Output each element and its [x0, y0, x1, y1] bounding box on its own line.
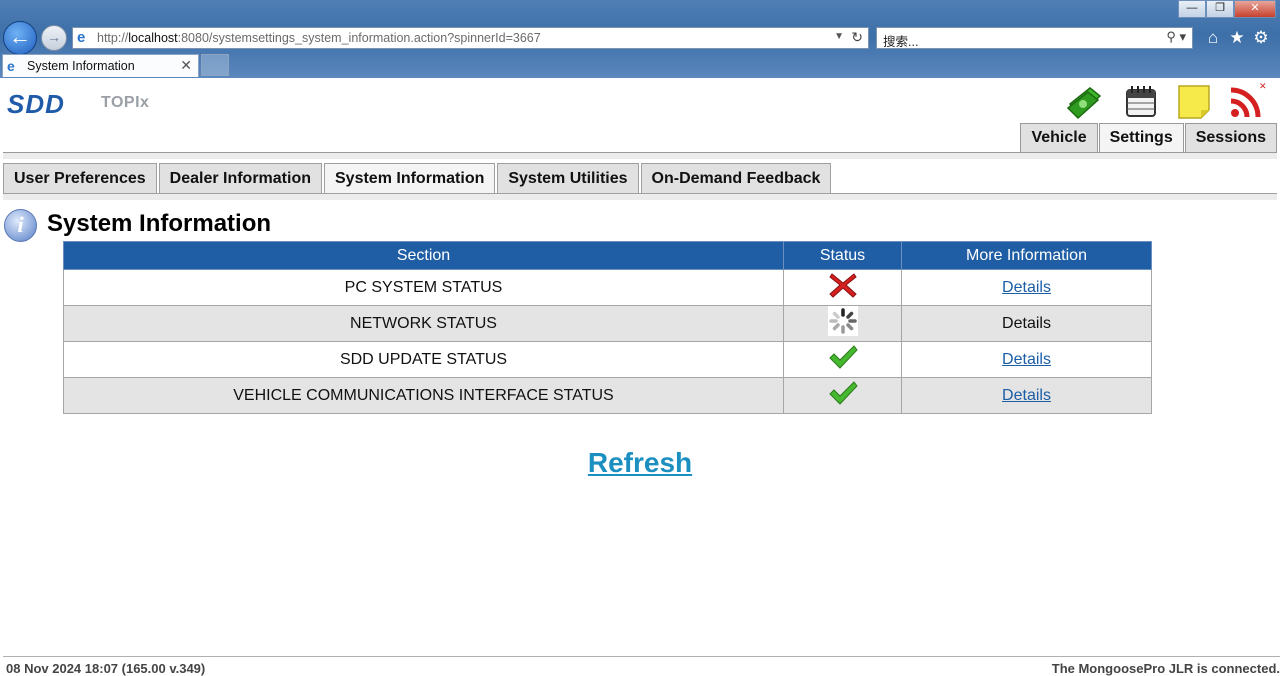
restore-button[interactable]: ❐ [1206, 0, 1234, 18]
address-dropdown-icon[interactable]: ▼ [834, 31, 844, 42]
browser-chrome: — ❐ ✕ ← → e http://localhost:8080/system… [0, 0, 1280, 78]
checkmark-icon [828, 345, 858, 369]
section-cell: VEHICLE COMMUNICATIONS INTERFACE STATUS [63, 377, 784, 414]
browser-toolbar-icons: ⌂ ★ ⚙ [1205, 28, 1269, 48]
arrow-left-icon: ← [9, 24, 31, 49]
subtab-user-preferences[interactable]: User Preferences [3, 163, 157, 194]
search-placeholder: 搜索... [883, 35, 919, 49]
home-icon[interactable]: ⌂ [1205, 28, 1221, 48]
dealer-money-icon[interactable] [1066, 82, 1104, 120]
svg-text:✕: ✕ [1259, 82, 1266, 92]
details-link[interactable]: Details [1002, 387, 1051, 404]
sub-tab-divider [3, 193, 1277, 200]
footer-connection-status: The MongoosePro JLR is connected. [1051, 661, 1280, 676]
back-button[interactable]: ← [3, 21, 37, 55]
table-row: SDD UPDATE STATUS Details [63, 341, 1152, 378]
favorites-star-icon[interactable]: ★ [1229, 28, 1245, 48]
subtab-on-demand-feedback[interactable]: On-Demand Feedback [640, 163, 832, 194]
subtab-system-information[interactable]: System Information [324, 163, 496, 194]
refresh-page-icon[interactable]: ↻ [851, 29, 863, 46]
table-row: PC SYSTEM STATUS Details [63, 269, 1152, 306]
table-row: VEHICLE COMMUNICATIONS INTERFACE STATUS … [63, 377, 1152, 414]
address-bar[interactable]: e http://localhost:8080/systemsettings_s… [72, 27, 869, 49]
arrow-right-icon: → [47, 29, 61, 45]
checkmark-icon [828, 381, 858, 405]
info-icon: i [4, 209, 37, 242]
product-name: TOPIx [101, 94, 150, 111]
more-info-cell: Details [901, 269, 1152, 306]
tab-settings[interactable]: Settings [1098, 123, 1184, 153]
window-controls: — ❐ ✕ [1178, 0, 1276, 18]
refresh-link[interactable]: Refresh [588, 447, 692, 478]
status-cell [783, 377, 902, 414]
system-status-table: Section Status More Information PC SYSTE… [63, 241, 1152, 414]
minimize-button[interactable]: — [1178, 0, 1206, 18]
subtab-dealer-information[interactable]: Dealer Information [158, 163, 322, 194]
note-icon[interactable] [1175, 82, 1213, 120]
settings-sub-tabs: User Preferences Dealer Information Syst… [3, 163, 833, 194]
details-link[interactable]: Details [1002, 279, 1051, 296]
table-row: NETWORK STATUS Details [63, 305, 1152, 342]
main-tab-divider [3, 152, 1277, 159]
column-header-section: Section [63, 241, 784, 270]
error-x-icon [828, 273, 857, 298]
more-info-cell: Details [901, 377, 1152, 414]
section-cell: PC SYSTEM STATUS [63, 269, 784, 306]
search-icon[interactable]: ⚲ ▾ [1166, 29, 1186, 45]
rss-connection-icon[interactable]: ✕ [1228, 82, 1266, 120]
column-header-status: Status [783, 241, 902, 270]
forward-button[interactable]: → [41, 25, 67, 51]
url-scheme: http:// [97, 31, 129, 45]
close-tab-icon[interactable]: ✕ [180, 57, 192, 74]
url-path: :8080/systemsettings_system_information.… [177, 31, 541, 45]
tools-gear-icon[interactable]: ⚙ [1253, 28, 1269, 48]
url-text[interactable]: http://localhost:8080/systemsettings_sys… [97, 31, 541, 45]
new-tab-button[interactable] [201, 54, 229, 76]
tab-vehicle[interactable]: Vehicle [1020, 123, 1098, 152]
url-host: localhost [128, 31, 178, 45]
page-title: System Information [47, 210, 272, 237]
status-cell [783, 305, 902, 342]
more-info-cell: Details [901, 305, 1152, 342]
status-cell [783, 269, 902, 306]
table-header-row: Section Status More Information [63, 241, 1152, 270]
sdd-logo: SDD [7, 89, 65, 119]
ie-tab-icon: e [7, 58, 15, 74]
more-info-cell: Details [901, 341, 1152, 378]
section-cell: NETWORK STATUS [63, 305, 784, 342]
main-tabs: Vehicle Settings Sessions [1019, 123, 1277, 153]
section-cell: SDD UPDATE STATUS [63, 341, 784, 378]
column-header-more-information: More Information [901, 241, 1152, 270]
status-cell [783, 341, 902, 378]
details-link[interactable]: Details [1002, 351, 1051, 368]
refresh-container: Refresh [0, 447, 1280, 479]
footer-timestamp-version: 08 Nov 2024 18:07 (165.00 v.349) [6, 661, 206, 676]
close-window-button[interactable]: ✕ [1234, 0, 1276, 18]
browser-tab[interactable]: e System Information ✕ [2, 54, 199, 77]
tab-sessions[interactable]: Sessions [1184, 123, 1277, 152]
ie-page-icon: e [77, 29, 86, 46]
loading-spinner-icon [827, 306, 858, 336]
footer-divider [3, 656, 1280, 657]
subtab-system-utilities[interactable]: System Utilities [497, 163, 639, 194]
browser-search-box[interactable]: 搜索... ⚲ ▾ [876, 27, 1193, 49]
calendar-icon[interactable] [1122, 82, 1160, 120]
tab-title: System Information [27, 59, 135, 73]
